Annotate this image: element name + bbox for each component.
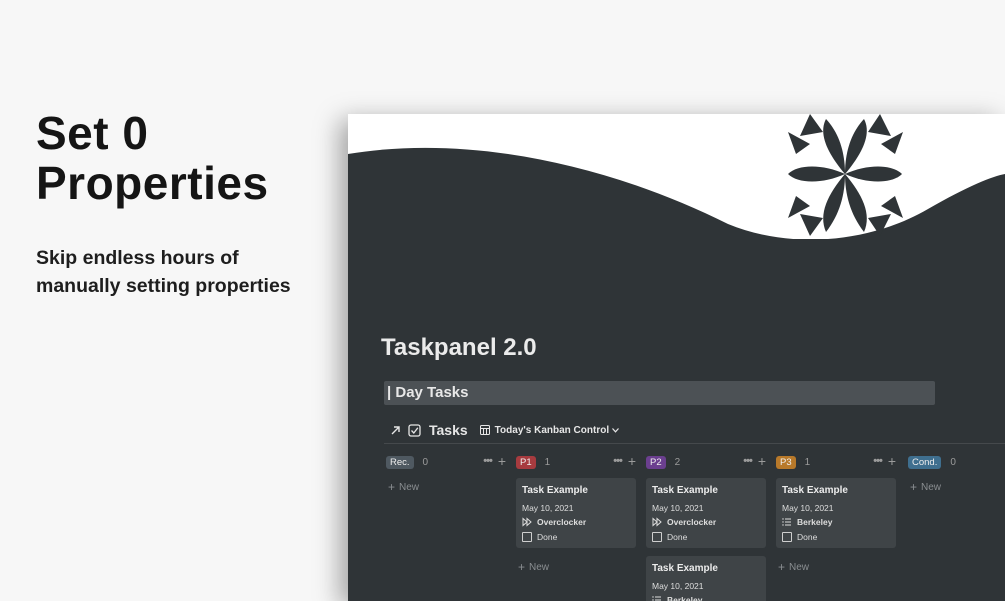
card-property: Overclocker: [652, 517, 760, 527]
hero-subtitle: Skip endless hours of manually setting p…: [36, 244, 336, 300]
task-card[interactable]: Task Example May 10, 2021 Overclocker Done: [646, 478, 766, 548]
task-card[interactable]: Task Example May 10, 2021 Berkeley: [646, 556, 766, 601]
database-header: Tasks Today's Kanban Control: [388, 420, 620, 440]
new-label: New: [399, 481, 420, 493]
section-heading[interactable]: | Day Tasks: [384, 381, 935, 405]
column-header: P2 2 ••• +: [646, 454, 766, 470]
plus-icon: +: [910, 480, 918, 494]
hero-title-line2: Properties: [36, 157, 269, 209]
kanban-column: Rec. 0 ••• + + New: [386, 454, 506, 494]
arrow-up-right-icon[interactable]: [388, 423, 402, 437]
checkbox-icon: [407, 423, 421, 437]
new-label: New: [921, 481, 942, 493]
card-property-value: Berkeley: [797, 517, 833, 527]
section-heading-text: | Day Tasks: [387, 384, 469, 401]
card-done: Done: [782, 532, 890, 542]
new-card-button[interactable]: + New: [778, 560, 896, 574]
column-tag[interactable]: P3: [776, 455, 796, 469]
divider: [384, 443, 1005, 444]
done-checkbox[interactable]: [522, 532, 532, 542]
done-label: Done: [537, 532, 558, 542]
hero-title-line1: Set 0: [36, 107, 149, 159]
card-title: Task Example: [522, 485, 588, 496]
table-icon: [478, 423, 492, 437]
card-title: Task Example: [782, 485, 848, 496]
card-done: Done: [522, 532, 630, 542]
card-title: Task Example: [652, 563, 718, 574]
app-window: Taskpanel 2.0 | Day Tasks Tasks Today's …: [348, 114, 1005, 601]
column-header: Cond. 0: [908, 454, 998, 470]
plus-icon: +: [388, 480, 396, 494]
column-actions: ••• +: [743, 454, 766, 468]
card-date: May 10, 2021: [782, 503, 834, 513]
new-label: New: [529, 561, 550, 573]
column-actions: ••• +: [873, 454, 896, 468]
card-property: Berkeley: [652, 595, 760, 601]
add-icon[interactable]: +: [628, 454, 636, 468]
fast-forward-icon: [652, 517, 662, 527]
column-count: 0: [422, 456, 429, 468]
view-selector[interactable]: Today's Kanban Control: [478, 423, 620, 437]
card-date: May 10, 2021: [652, 503, 704, 513]
task-card[interactable]: Task Example May 10, 2021 Berkeley Done: [776, 478, 896, 548]
column-header: Rec. 0 ••• +: [386, 454, 506, 470]
kanban-column: P2 2 ••• + Task Example May 10, 2021 Overclock…: [646, 454, 766, 601]
add-icon[interactable]: +: [498, 454, 506, 468]
card-property: Berkeley: [782, 517, 890, 527]
done-checkbox[interactable]: [782, 532, 792, 542]
card-date: May 10, 2021: [652, 581, 704, 591]
done-label: Done: [797, 532, 818, 542]
add-icon[interactable]: +: [758, 454, 766, 468]
done-checkbox[interactable]: [652, 532, 662, 542]
column-count: 0: [950, 456, 956, 468]
more-icon[interactable]: •••: [743, 455, 753, 467]
column-count: 1: [804, 456, 811, 468]
new-card-button[interactable]: + New: [388, 480, 506, 494]
kanban-column: P3 1 ••• + Task Example May 10, 2021 Berkeley D…: [776, 454, 896, 574]
hero-subtitle-line2: manually setting properties: [36, 275, 291, 297]
more-icon[interactable]: •••: [483, 455, 493, 467]
card-date: May 10, 2021: [522, 503, 574, 513]
column-tag[interactable]: P1: [516, 455, 536, 469]
column-actions: ••• +: [613, 454, 636, 468]
column-actions: ••• +: [483, 454, 506, 468]
column-tag[interactable]: P2: [646, 455, 666, 469]
new-card-button[interactable]: + New: [910, 480, 998, 494]
hero-title: Set 0 Properties: [36, 108, 269, 208]
card-property-value: Overclocker: [537, 517, 587, 527]
column-tag[interactable]: Cond.: [908, 455, 942, 469]
column-header: P1 1 ••• +: [516, 454, 636, 470]
card-property-value: Overclocker: [667, 517, 717, 527]
column-count: 1: [544, 456, 551, 468]
more-icon[interactable]: •••: [613, 455, 623, 467]
more-icon[interactable]: •••: [873, 455, 883, 467]
done-label: Done: [667, 532, 688, 542]
cover-image: [348, 114, 1005, 239]
card-property: Overclocker: [522, 517, 630, 527]
list-icon: [782, 517, 792, 527]
fast-forward-icon: [522, 517, 532, 527]
column-count: 2: [674, 456, 681, 468]
page-title: Taskpanel 2.0: [381, 334, 537, 361]
chevron-down-icon: [612, 425, 620, 436]
new-label: New: [789, 561, 810, 573]
view-label: Today's Kanban Control: [494, 424, 610, 436]
list-icon: [652, 595, 662, 601]
column-tag[interactable]: Rec.: [386, 455, 414, 469]
plus-icon: +: [778, 560, 786, 574]
kanban-column: Cond. 0 + New: [908, 454, 998, 494]
column-header: P3 1 ••• +: [776, 454, 896, 470]
kanban-column: P1 1 ••• + Task Example May 10, 2021 Overclock…: [516, 454, 636, 574]
card-done: Done: [652, 532, 760, 542]
new-card-button[interactable]: + New: [518, 560, 636, 574]
task-card[interactable]: Task Example May 10, 2021 Overclocker Done: [516, 478, 636, 548]
card-title: Task Example: [652, 485, 718, 496]
plus-icon: +: [518, 560, 526, 574]
card-property-value: Berkeley: [667, 595, 703, 601]
database-title[interactable]: Tasks: [429, 422, 468, 438]
add-icon[interactable]: +: [888, 454, 896, 468]
hero-subtitle-line1: Skip endless hours of: [36, 247, 239, 269]
